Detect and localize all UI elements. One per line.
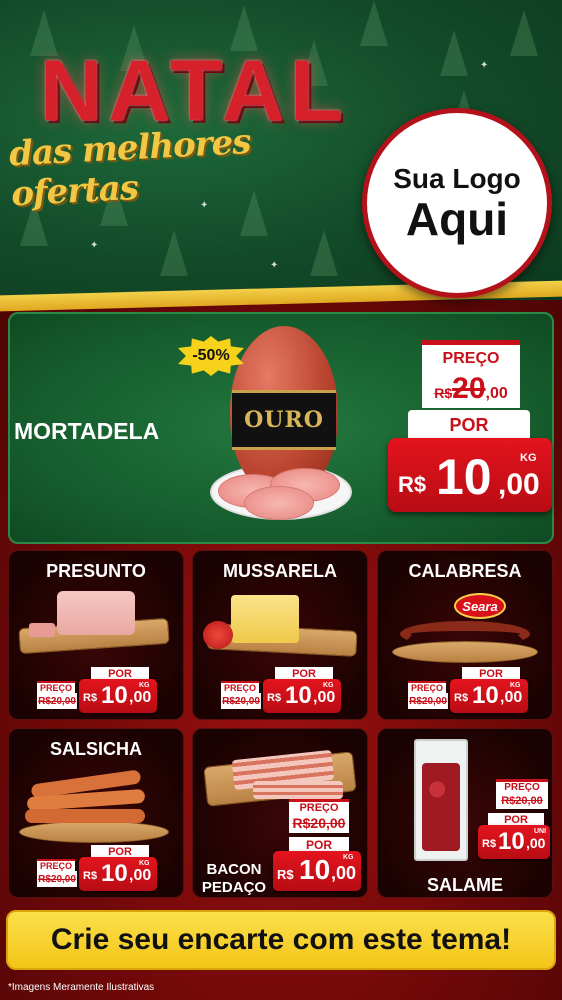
sausage-shape — [25, 809, 145, 823]
brand-label: OURO — [232, 390, 336, 450]
old-price: R$ 20 ,00 — [422, 370, 520, 408]
brand-name: OURO — [244, 407, 324, 433]
old-price-cents: ,00 — [485, 385, 508, 402]
old-price: R$20,00 — [408, 693, 448, 709]
new-price: R$ 10 ,00 KG — [79, 679, 157, 713]
old-price: R$20,00 — [37, 693, 77, 709]
price-label: PREÇO — [37, 681, 75, 693]
ham-cubes — [29, 623, 55, 637]
price-unit: UNI — [534, 828, 547, 835]
tree-decoration — [440, 30, 468, 76]
logo-placeholder[interactable]: Sua Logo Aqui — [362, 108, 552, 298]
cta-banner[interactable]: Crie seu encarte com este tema! — [6, 910, 556, 970]
product-name: SALSICHA — [49, 739, 142, 759]
slice-shape — [244, 486, 314, 520]
old-price-value: 20 — [452, 372, 486, 405]
old-price-currency: R$ — [434, 385, 453, 401]
star-icon: ✦ — [90, 240, 99, 251]
cutting-board — [19, 821, 169, 843]
tree-decoration — [310, 230, 338, 276]
new-price-value: 10 — [472, 682, 499, 709]
sausage-shape — [400, 621, 530, 647]
product-price: PREÇO R$20,00 POR R$ 10 ,00 KG — [37, 667, 157, 715]
new-price-value: 10 — [101, 860, 128, 887]
brand-logo: Seara — [454, 593, 506, 619]
tree-decoration — [160, 230, 188, 276]
product-name-line1: BACON — [206, 861, 262, 878]
product-name-line2: PEDAÇO — [201, 879, 267, 896]
price-unit: KG — [139, 860, 150, 867]
new-price-currency: R$ — [83, 692, 98, 704]
new-price-value: 10 — [498, 828, 525, 855]
star-icon: ✦ — [270, 260, 279, 271]
tomato-shape — [203, 621, 233, 649]
product-card-bacon[interactable]: BACON PEDAÇO PREÇO R$20,00 POR R$ 10 ,00… — [192, 728, 368, 898]
tree-decoration — [360, 0, 388, 46]
new-price-currency: R$ — [398, 472, 427, 497]
price-unit: KG — [343, 854, 354, 861]
new-price-currency: R$ — [277, 867, 294, 882]
product-name: SALAME — [427, 875, 503, 895]
product-price: PREÇO R$20,00 POR R$ 10 ,00 KG — [37, 845, 157, 893]
product-price: PREÇO R$20,00 POR R$ 10 ,00 KG — [408, 667, 528, 715]
price-unit: KG — [139, 682, 150, 689]
new-price-cents: ,00 — [498, 468, 540, 501]
product-card-salame[interactable]: PREÇO R$20,00 POR R$ 10 ,00 UNI SALAME — [377, 728, 553, 898]
price-label: PREÇO — [422, 340, 520, 372]
product-name: BACON PEDAÇO — [199, 861, 269, 897]
product-card-salsicha[interactable]: SALSICHA PREÇO R$20,00 POR R$ 10 ,00 KG — [8, 728, 184, 898]
new-price: R$ 10 ,00 KG — [79, 857, 157, 891]
cheese-shape — [231, 595, 299, 643]
new-price: R$ 10 ,00 KG — [450, 679, 528, 713]
product-card-calabresa[interactable]: CALABRESA Seara PREÇO R$20,00 POR R$ 10 … — [377, 550, 553, 720]
ham-shape — [57, 591, 135, 635]
new-price-cents: ,00 — [129, 689, 152, 706]
product-card-presunto[interactable]: PRESUNTO PREÇO R$20,00 POR R$ 10 ,00 KG — [8, 550, 184, 720]
product-card-mussarela[interactable]: MUSSARELA PREÇO R$20,00 POR R$ 10 ,00 KG — [192, 550, 368, 720]
new-price: R$ 10 ,00 KG — [273, 851, 361, 891]
new-price-currency: R$ — [482, 838, 497, 850]
old-price: R$20,00 — [289, 813, 349, 833]
price-label: PREÇO — [37, 859, 75, 871]
bacon-slice-shape — [253, 781, 343, 799]
salame-slices-shape — [422, 763, 460, 851]
new-price-cents: ,00 — [500, 689, 523, 706]
tree-decoration — [510, 10, 538, 56]
new-price-value: 10 — [285, 682, 312, 709]
new-price-cents: ,00 — [526, 835, 546, 851]
price-label: PREÇO — [289, 799, 349, 814]
old-price: R$20,00 — [37, 871, 77, 887]
star-icon: ✦ — [480, 60, 489, 71]
new-price-cents: ,00 — [331, 863, 357, 883]
price-unit: KG — [520, 452, 537, 464]
featured-product-name: MORTADELA — [14, 418, 160, 444]
new-price-currency: R$ — [83, 870, 98, 882]
new-price-currency: R$ — [267, 692, 282, 704]
old-price: R$20,00 — [221, 693, 261, 709]
new-price-value: 10 — [299, 854, 331, 885]
logo-text-line1: Sua Logo — [393, 162, 521, 194]
price-label: PREÇO — [408, 681, 446, 693]
price-unit: KG — [323, 682, 334, 689]
product-name: PRESUNTO — [46, 561, 146, 581]
logo-text-line2: Aqui — [405, 192, 509, 245]
salame-package — [414, 739, 468, 861]
new-price-value: 10 — [436, 449, 492, 505]
new-price: R$ 10 ,00 KG — [263, 679, 341, 713]
product-name: MUSSARELA — [222, 561, 337, 581]
product-name: CALABRESA — [408, 561, 522, 581]
new-price-value: 10 — [101, 682, 128, 709]
price-label: PREÇO — [496, 779, 548, 793]
price-unit: KG — [510, 682, 521, 689]
new-price: R$ 10 ,00 KG — [388, 438, 552, 512]
por-label: POR — [408, 410, 530, 440]
disclaimer-text: *Imagens Meramente Ilustrativas — [8, 982, 155, 993]
new-price-cents: ,00 — [129, 867, 152, 884]
new-price-cents: ,00 — [313, 689, 336, 706]
new-price: R$ 10 ,00 UNI — [478, 825, 550, 859]
price-label: PREÇO — [221, 681, 259, 693]
old-price: R$20,00 — [496, 793, 548, 809]
product-price: PREÇO R$20,00 POR R$ 10 ,00 KG — [221, 667, 341, 715]
new-price-currency: R$ — [454, 692, 469, 704]
